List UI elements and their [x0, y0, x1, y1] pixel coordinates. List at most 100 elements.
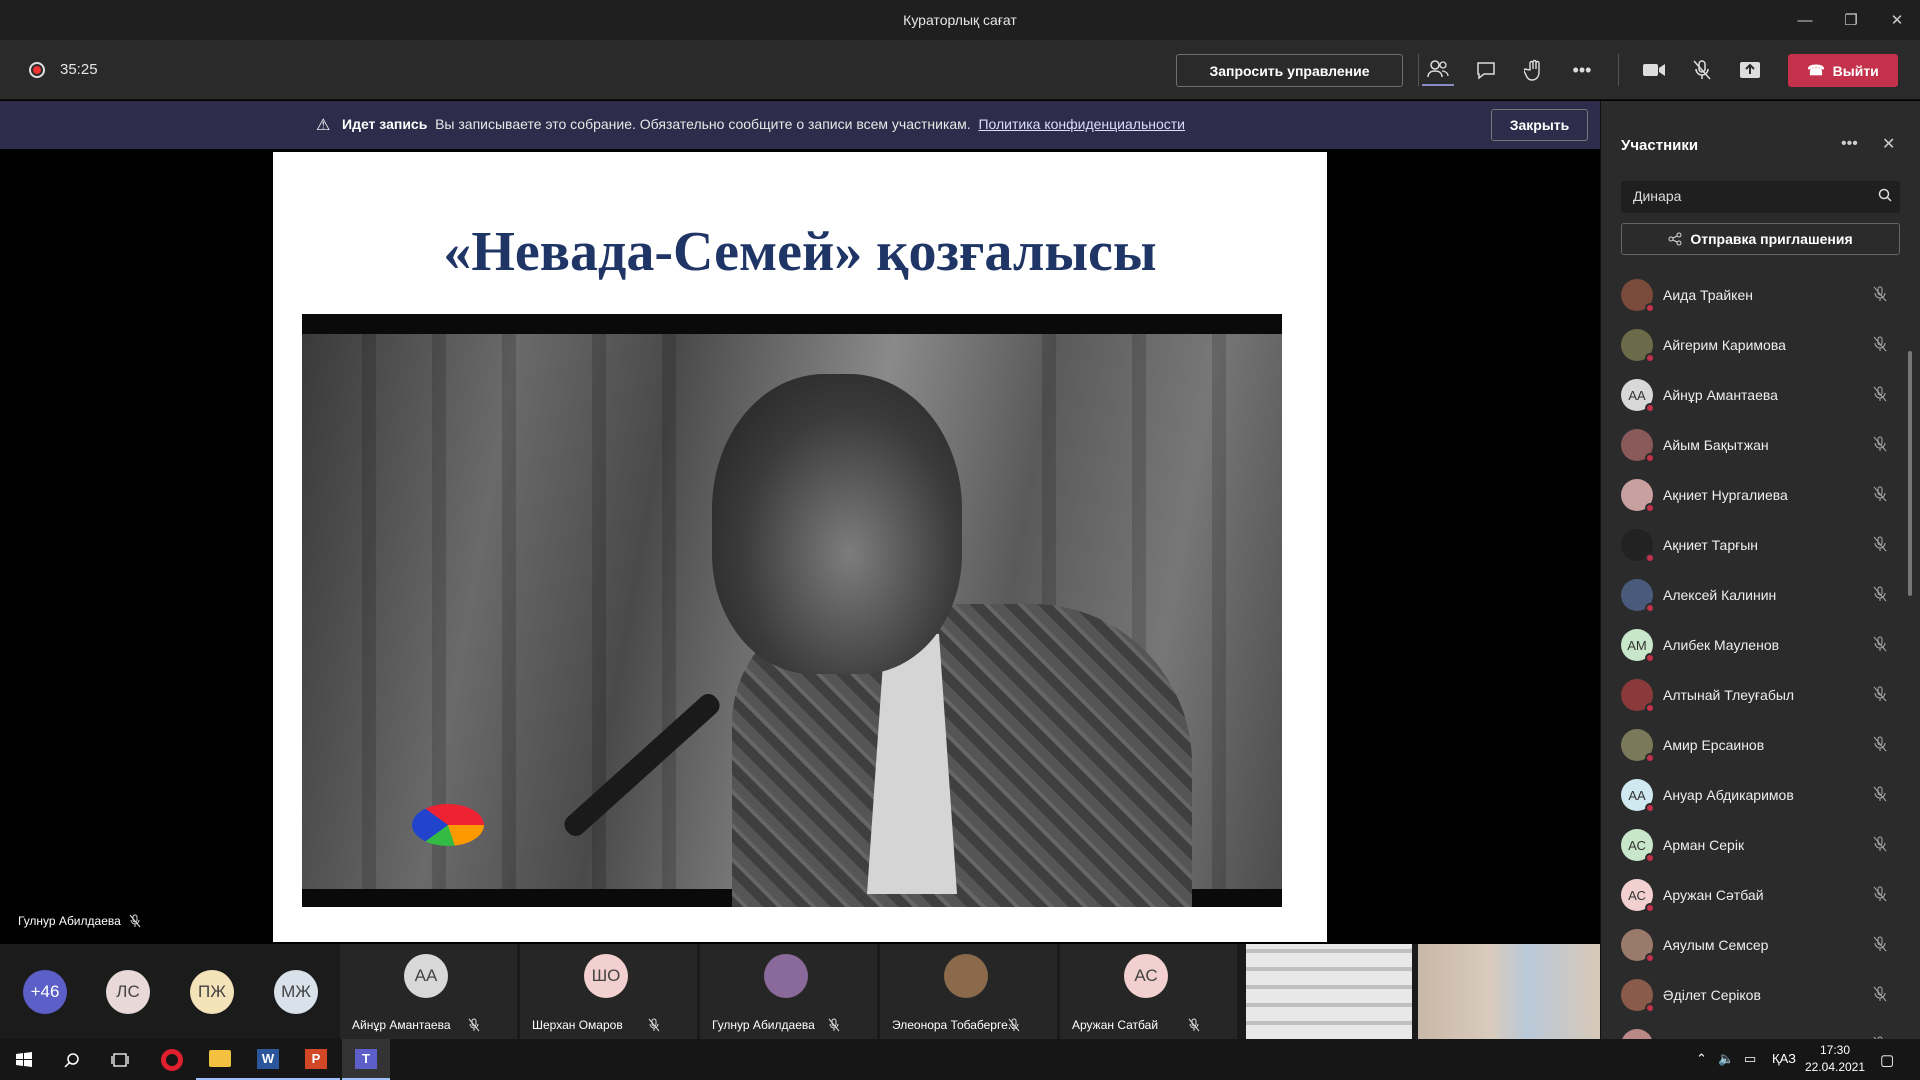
- toolbar-divider: [1618, 54, 1619, 86]
- avatar: АС: [1124, 954, 1168, 998]
- participant-tile[interactable]: Элеонора Тобаберге...: [880, 944, 1057, 1039]
- tile-name: Гулнур Абилдаева: [712, 1018, 815, 1032]
- window-controls: — ❐ ✕: [1782, 0, 1920, 40]
- camera-icon[interactable]: [1638, 54, 1670, 86]
- request-control-button[interactable]: Запросить управление: [1176, 54, 1403, 87]
- participant-tile[interactable]: Гулнур Абилдаева: [700, 944, 877, 1039]
- classroom-video-tile[interactable]: [1246, 944, 1412, 1039]
- presence-status-icon: [1645, 403, 1655, 413]
- tray-chevron-icon[interactable]: ⌃: [1696, 1051, 1707, 1067]
- panel-more-icon[interactable]: •••: [1841, 135, 1858, 153]
- windows-taskbar: W P T ⌃ 🔈 ▭ ҚАЗ 17:30 22.04.2021 ▢: [0, 1039, 1920, 1080]
- window-titlebar: Кураторлық сағат — ❐ ✕: [0, 0, 1920, 40]
- search-icon[interactable]: [48, 1039, 96, 1080]
- presence-status-icon: [1645, 803, 1655, 813]
- participant-name: Аида Трайкен: [1663, 287, 1753, 303]
- overflow-count[interactable]: +46: [23, 970, 67, 1014]
- participant-row[interactable]: Алтынай Тлеуғабыл: [1601, 670, 1920, 720]
- avatar: [764, 954, 808, 998]
- raise-hand-icon[interactable]: [1518, 54, 1550, 86]
- presence-status-icon: [1645, 453, 1655, 463]
- restore-button[interactable]: ❐: [1828, 0, 1874, 40]
- participant-name: Айгерим Каримова: [1663, 337, 1786, 353]
- avatar: АМ: [1621, 629, 1655, 663]
- participant-avatar[interactable]: ПЖ: [190, 970, 234, 1014]
- participant-name: Аяулым Семсер: [1663, 937, 1769, 953]
- participant-tile[interactable]: ШО Шерхан Омаров: [520, 944, 697, 1039]
- avatar: [1621, 529, 1655, 563]
- privacy-policy-link[interactable]: Политика конфиденциальности: [978, 116, 1185, 132]
- minimize-button[interactable]: —: [1782, 0, 1828, 40]
- participant-name: Аружан Сәтбай: [1663, 887, 1764, 903]
- avatar: [1621, 579, 1655, 613]
- participant-row[interactable]: АС Аружан Сәтбай: [1601, 870, 1920, 920]
- more-icon[interactable]: •••: [1566, 54, 1598, 86]
- participant-row[interactable]: Аида Трайкен: [1601, 270, 1920, 320]
- participant-row[interactable]: АА Айнұр Амантаева: [1601, 370, 1920, 420]
- volume-icon[interactable]: 🔈: [1718, 1051, 1734, 1067]
- presence-status-icon: [1645, 553, 1655, 563]
- share-icon[interactable]: [1734, 54, 1766, 86]
- participant-row[interactable]: Аяулым Семсер: [1601, 920, 1920, 970]
- send-invite-button[interactable]: Отправка приглашения: [1621, 223, 1900, 255]
- mic-off-icon: [1873, 386, 1887, 405]
- participant-search-input[interactable]: Динара: [1621, 181, 1900, 213]
- participant-row[interactable]: Әділет Серіков: [1601, 970, 1920, 1020]
- participant-name: Әділет Серіков: [1663, 987, 1761, 1003]
- participant-tile[interactable]: АА Айнұр Амантаева: [340, 944, 517, 1039]
- taskbar-clock[interactable]: 17:30 22.04.2021: [1800, 1042, 1870, 1076]
- participant-row[interactable]: Айгерим Каримова: [1601, 320, 1920, 370]
- participant-row[interactable]: Амир Ерсаинов: [1601, 720, 1920, 770]
- explorer-icon[interactable]: [196, 1039, 244, 1080]
- warning-icon: ⚠: [316, 117, 331, 134]
- microphone-image: [560, 689, 724, 841]
- close-window-button[interactable]: ✕: [1874, 0, 1920, 40]
- presence-status-icon: [1645, 303, 1655, 313]
- participant-avatar[interactable]: ЛС: [106, 970, 150, 1014]
- opera-icon[interactable]: [148, 1039, 196, 1080]
- search-icon[interactable]: [1878, 188, 1892, 205]
- participant-row[interactable]: АА Ануар Абдикаримов: [1601, 770, 1920, 820]
- avatar-initials: АА: [1628, 787, 1646, 803]
- close-banner-button[interactable]: Закрыть: [1491, 109, 1588, 141]
- participant-avatar[interactable]: МЖ: [274, 970, 318, 1014]
- avatar: [1621, 929, 1655, 963]
- task-view-icon[interactable]: [96, 1039, 144, 1080]
- language-indicator[interactable]: ҚАЗ: [1772, 1051, 1796, 1066]
- panel-close-icon[interactable]: ✕: [1882, 134, 1895, 154]
- participant-row[interactable]: [1601, 1020, 1920, 1039]
- presenter-label: Гулнур Абилдаева: [18, 914, 141, 928]
- participant-row[interactable]: Ақниет Тарғын: [1601, 520, 1920, 570]
- mic-off-icon[interactable]: [1686, 54, 1718, 86]
- windows-icon[interactable]: [0, 1039, 48, 1080]
- mic-off-icon: [1873, 686, 1887, 705]
- notifications-icon[interactable]: ▢: [1880, 1051, 1894, 1069]
- mic-off-icon: [828, 1018, 840, 1035]
- people-icon[interactable]: [1422, 54, 1454, 86]
- avatar-initials: АМ: [1627, 637, 1647, 653]
- teams-icon[interactable]: T: [342, 1039, 390, 1080]
- participant-row[interactable]: Алексей Калинин: [1601, 570, 1920, 620]
- participant-row[interactable]: АС Арман Серік: [1601, 820, 1920, 870]
- presenter-name: Гулнур Абилдаева: [18, 914, 121, 928]
- chat-icon[interactable]: [1470, 54, 1502, 86]
- participant-list-scrollbar[interactable]: [1908, 351, 1912, 596]
- students-video-tile[interactable]: [1418, 944, 1600, 1039]
- tile-name: Шерхан Омаров: [532, 1018, 623, 1032]
- mic-off-icon: [1873, 336, 1887, 355]
- mic-off-icon: [1873, 286, 1887, 305]
- participant-name: Ақниет Нургалиева: [1663, 487, 1788, 503]
- meeting-toolbar: 35:25 Запросить управление ••• ☎ Выйти: [0, 40, 1920, 100]
- participant-name: Ақниет Тарғын: [1663, 537, 1759, 553]
- powerpoint-icon[interactable]: P: [292, 1039, 340, 1080]
- avatar: АС: [1621, 879, 1655, 913]
- network-icon[interactable]: ▭: [1744, 1051, 1756, 1067]
- participant-row[interactable]: Ақниет Нургалиева: [1601, 470, 1920, 520]
- participant-row[interactable]: АМ Алибек Мауленов: [1601, 620, 1920, 670]
- leave-button[interactable]: ☎ Выйти: [1788, 54, 1898, 87]
- word-icon[interactable]: W: [244, 1039, 292, 1080]
- tile-name: Элеонора Тобаберге...: [892, 1018, 1018, 1032]
- tile-name: Айнұр Амантаева: [352, 1018, 451, 1032]
- participant-row[interactable]: Айым Бақытжан: [1601, 420, 1920, 470]
- participant-tile[interactable]: АС Аружан Сатбай: [1060, 944, 1237, 1039]
